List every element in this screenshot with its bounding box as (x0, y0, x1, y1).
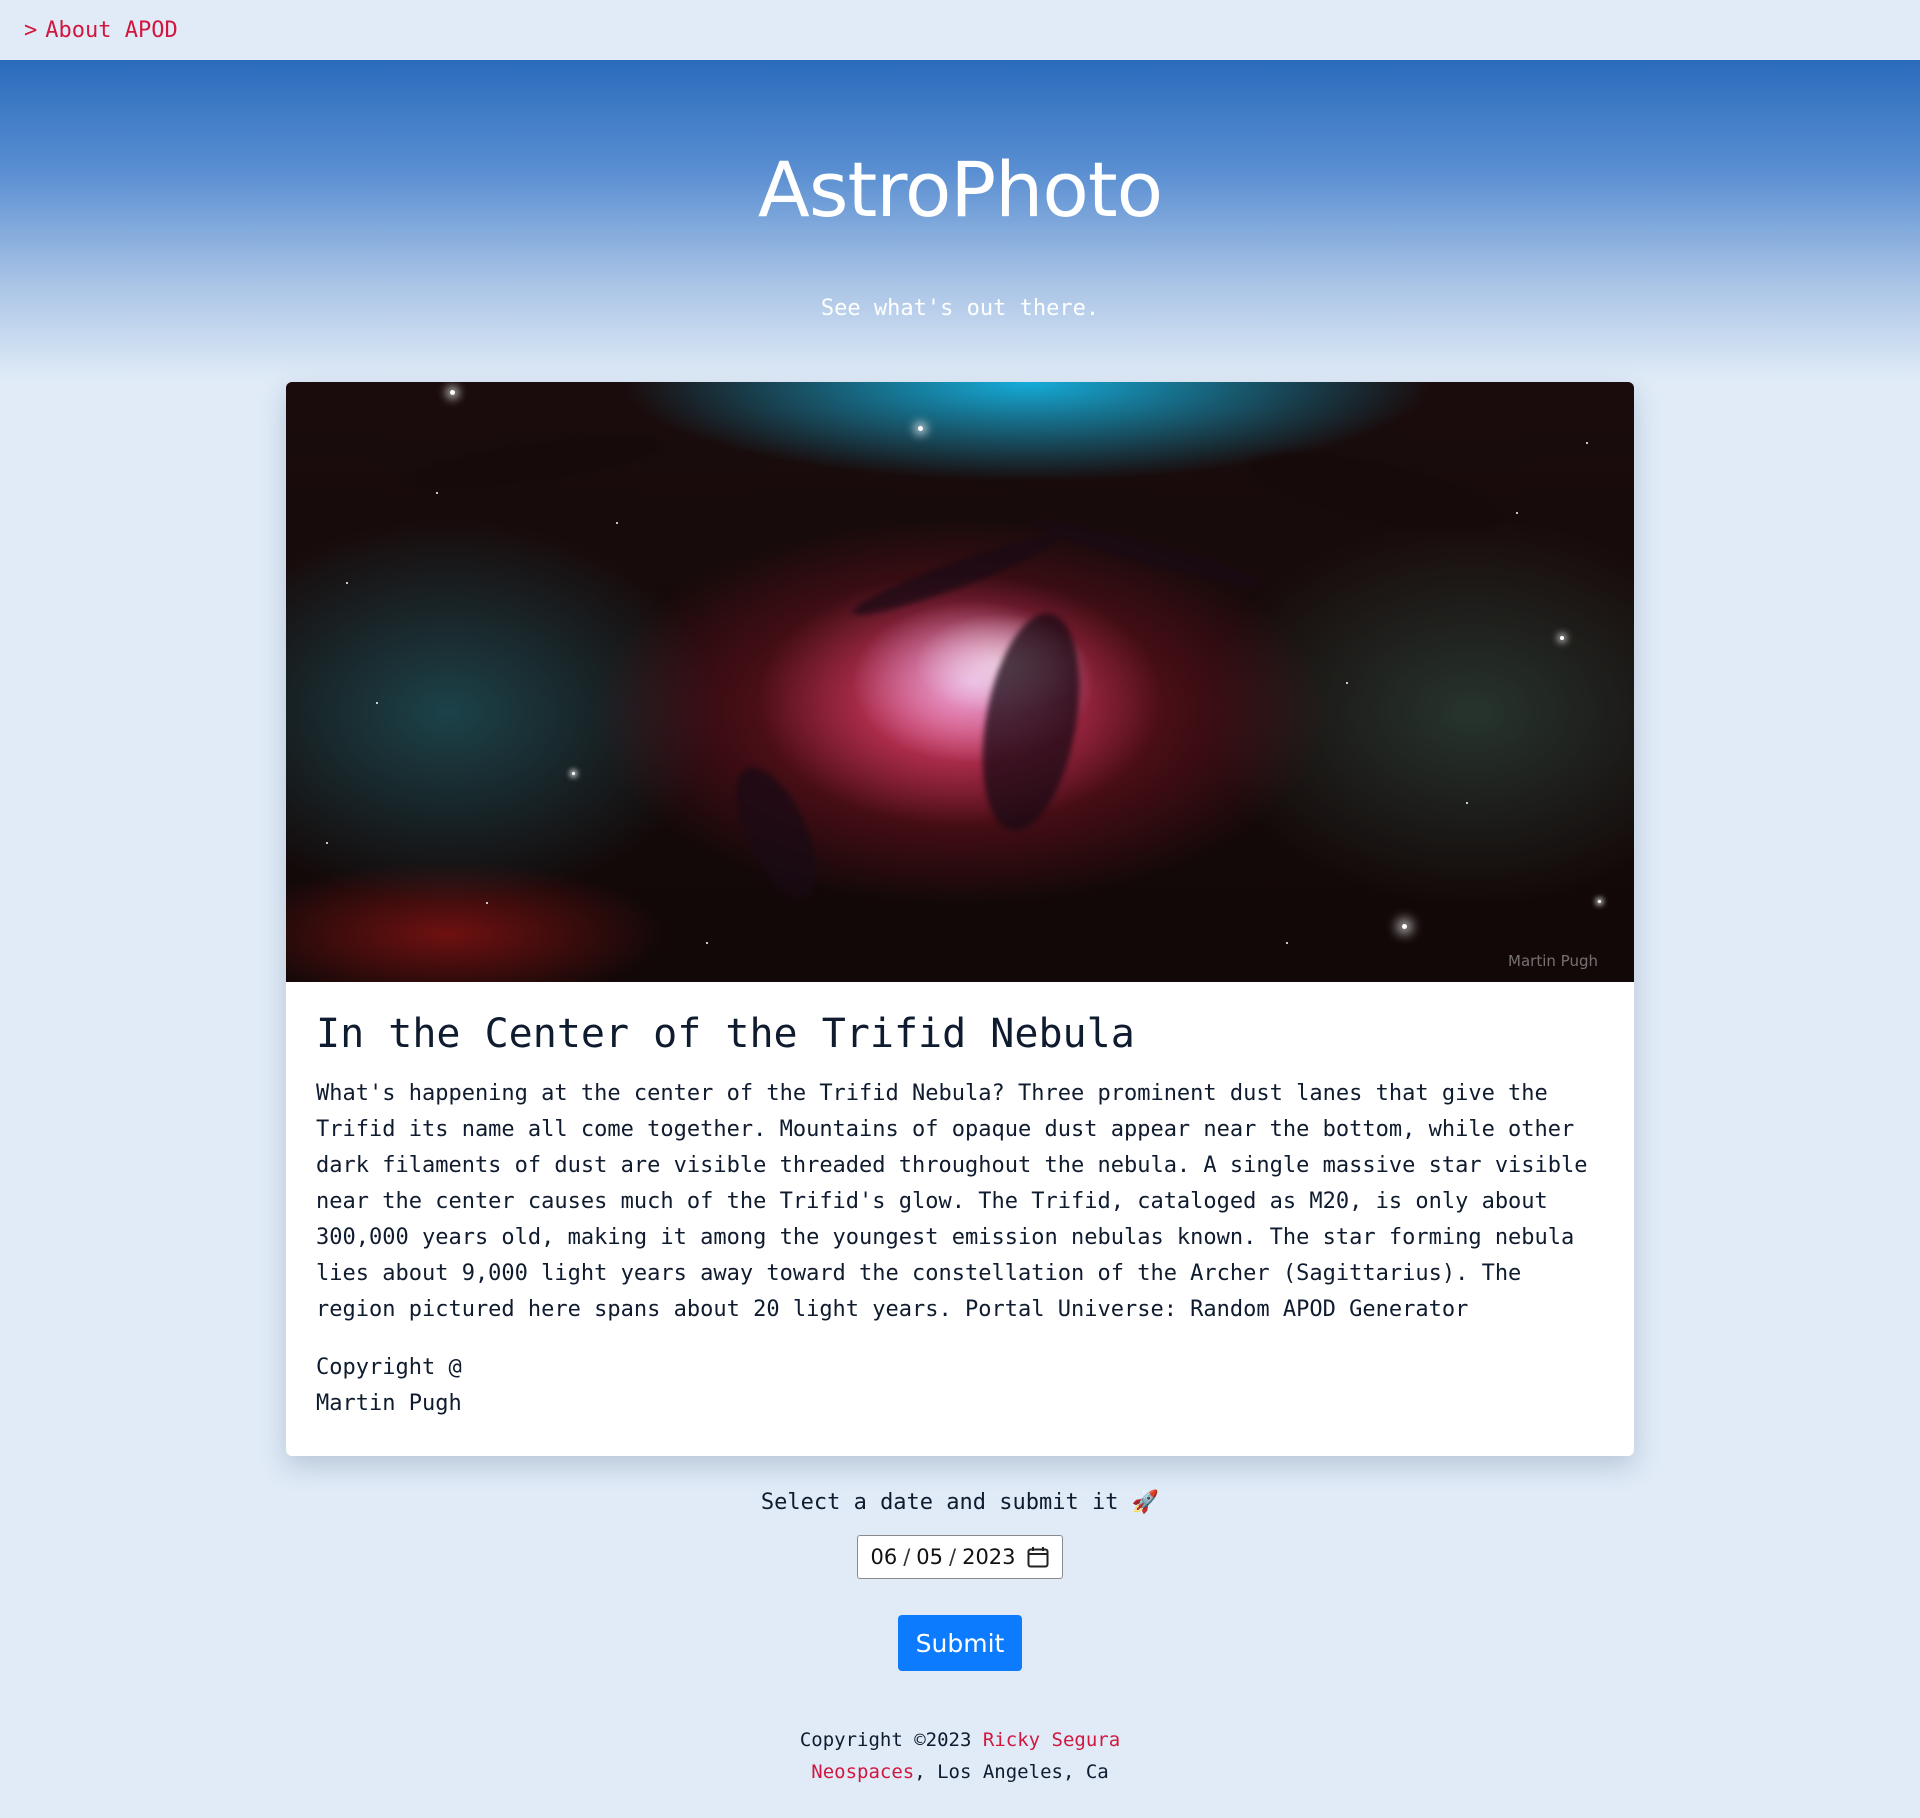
date-form-label: Select a date and submit it 🚀 (0, 1490, 1920, 1515)
star (346, 582, 348, 584)
top-nav: > About APOD (0, 0, 1920, 60)
star (706, 942, 708, 944)
dust-lane (848, 525, 1064, 625)
star (1346, 682, 1348, 684)
date-month[interactable]: 06 (870, 1545, 897, 1569)
apod-card: Martin Pugh In the Center of the Trifid … (286, 382, 1634, 1456)
star (1586, 442, 1588, 444)
copyright-name: Martin Pugh (316, 1391, 462, 1416)
submit-button[interactable]: Submit (898, 1615, 1022, 1671)
apod-title: In the Center of the Trifid Nebula (316, 1011, 1135, 1057)
apod-copyright: Copyright @ Martin Pugh (316, 1350, 1604, 1422)
star (486, 902, 488, 904)
date-separator: / (903, 1545, 911, 1569)
hero-banner: AstroPhoto See what's out there. (0, 60, 1920, 380)
star (436, 492, 438, 494)
site-tagline: See what's out there. (820, 296, 1100, 321)
star (1598, 900, 1601, 903)
date-form: Select a date and submit it 🚀 06 / 05 / … (0, 1490, 1920, 1671)
dust-lane (1242, 435, 1510, 549)
star (918, 426, 923, 431)
star (376, 702, 378, 704)
dust-lane (719, 755, 833, 909)
star (326, 842, 328, 844)
date-separator: / (949, 1545, 957, 1569)
dust-lane (404, 424, 668, 500)
star (1466, 802, 1468, 804)
star (1560, 636, 1564, 640)
date-year[interactable]: 2023 (962, 1545, 1015, 1569)
footer-location: , Los Angeles, Ca (914, 1761, 1109, 1783)
about-apod-link[interactable]: > About APOD (24, 18, 178, 43)
apod-image: Martin Pugh (286, 382, 1634, 982)
site-title: AstroPhoto (757, 145, 1163, 234)
star (616, 522, 618, 524)
calendar-icon[interactable] (1026, 1545, 1050, 1569)
apod-card-body: In the Center of the Trifid Nebula What'… (286, 982, 1634, 1456)
copyright-label: Copyright @ (316, 1355, 462, 1380)
dust-lane (1027, 511, 1265, 595)
footer-line-1: Copyright ©2023 Ricky Segura (0, 1724, 1920, 1756)
image-credit-watermark: Martin Pugh (1508, 952, 1598, 970)
date-day[interactable]: 05 (916, 1545, 943, 1569)
footer-line-2: Neospaces, Los Angeles, Ca (0, 1756, 1920, 1788)
date-input[interactable]: 06 / 05 / 2023 (857, 1535, 1063, 1579)
page-footer: Copyright ©2023 Ricky Segura Neospaces, … (0, 1724, 1920, 1788)
footer-copyright: Copyright ©2023 (799, 1729, 972, 1751)
date-form-label-text: Select a date and submit it (760, 1490, 1119, 1515)
star (1286, 942, 1288, 944)
apod-explanation: What's happening at the center of the Tr… (316, 1081, 1588, 1322)
star (1516, 512, 1518, 514)
company-link[interactable]: Neospaces (811, 1761, 914, 1783)
star (450, 390, 455, 395)
star (1402, 924, 1407, 929)
dust-lane (967, 605, 1095, 839)
about-apod-label: About APOD (45, 17, 178, 43)
chevron-right-icon: > (24, 17, 38, 43)
star (572, 772, 575, 775)
rocket-icon: 🚀 (1131, 1490, 1160, 1515)
author-link[interactable]: Ricky Segura (983, 1729, 1120, 1751)
